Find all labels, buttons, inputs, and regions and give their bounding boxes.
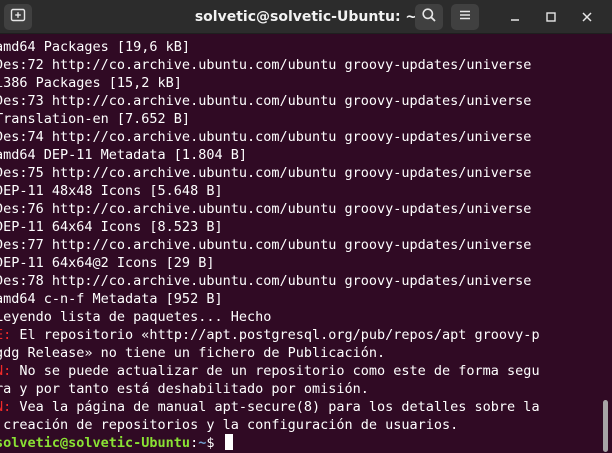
close-button[interactable]: [575, 5, 599, 29]
output-line: Des:75 http://co.archive.ubuntu.com/ubun…: [0, 165, 532, 181]
minimize-icon: [509, 8, 521, 27]
menu-button[interactable]: [451, 4, 479, 30]
new-tab-button[interactable]: [4, 4, 32, 30]
close-icon: [581, 8, 593, 27]
output-line: DEP-11 64x64 Icons [8.523 B]: [0, 219, 223, 235]
scrollbar[interactable]: [600, 34, 612, 453]
message-text: ra y por tanto está deshabilitado por om…: [0, 381, 369, 397]
error-line: gdg Release» no tiene un fichero de Publ…: [0, 344, 385, 362]
output-line: Des:73 http://co.archive.ubuntu.com/ubun…: [0, 93, 532, 109]
hamburger-menu-icon: [457, 7, 473, 27]
search-icon: [421, 7, 437, 27]
output-line: amd64 Packages [19,6 kB]: [0, 39, 191, 55]
output-line: DEP-11 64x64@2 Icons [29 B]: [0, 255, 215, 271]
maximize-button[interactable]: [539, 5, 563, 29]
error-prefix: E:: [0, 327, 12, 343]
output-line: Des:78 http://co.archive.ubuntu.com/ubun…: [0, 273, 532, 289]
output-line: Des:72 http://co.archive.ubuntu.com/ubun…: [0, 57, 532, 73]
text-cursor: [224, 434, 233, 450]
new-tab-icon: [10, 7, 26, 27]
notice-line: N: No se puede actualizar de un reposito…: [0, 362, 540, 380]
output-line: Des:77 http://co.archive.ubuntu.com/ubun…: [0, 237, 532, 253]
message-text: No se puede actualizar de un repositorio…: [11, 363, 540, 379]
terminal-output[interactable]: amd64 Packages [19,6 kB] Des:72 http://c…: [0, 38, 600, 453]
title-bar: solvetic@solvetic-Ubuntu: ~: [0, 0, 612, 34]
message-text: creación de repositorios y la configurac…: [0, 417, 459, 433]
notice-line: creación de repositorios y la configurac…: [0, 416, 458, 434]
output-line: Translation-en [7.652 B]: [0, 111, 191, 127]
message-text: Vea la página de manual apt-secure(8) pa…: [11, 399, 540, 415]
message-text: El repositorio «http://apt.postgresql.or…: [11, 327, 540, 343]
notice-line: N: Vea la página de manual apt-secure(8)…: [0, 398, 540, 416]
notice-line: ra y por tanto está deshabilitado por om…: [0, 380, 369, 398]
terminal-window: solvetic@solvetic-Ubuntu: ~ amd64 Packag…: [0, 0, 612, 453]
error-line: E: El repositorio «http://apt.postgresql…: [0, 326, 540, 344]
minimize-button[interactable]: [503, 5, 527, 29]
prompt-separator: :: [190, 435, 199, 451]
output-line: Des:76 http://co.archive.ubuntu.com/ubun…: [0, 201, 532, 217]
notice-prefix: N:: [0, 363, 12, 379]
notice-prefix: N:: [0, 399, 12, 415]
maximize-icon: [545, 8, 557, 27]
prompt-user-host: solvetic@solvetic-Ubuntu: [0, 435, 191, 451]
search-button[interactable]: [415, 4, 443, 30]
output-line: amd64 DEP-11 Metadata [1.804 B]: [0, 147, 247, 163]
prompt-line[interactable]: solvetic@solvetic-Ubuntu:~$: [0, 434, 233, 452]
output-line: Leyendo lista de paquetes... Hecho: [0, 309, 272, 325]
prompt-symbol: $: [206, 435, 223, 451]
output-line: DEP-11 48x48 Icons [5.648 B]: [0, 183, 223, 199]
output-line: amd64 c-n-f Metadata [952 B]: [0, 291, 223, 307]
scrollbar-thumb[interactable]: [603, 400, 608, 452]
output-line: i386 Packages [15,2 kB]: [0, 75, 182, 91]
message-text: gdg Release» no tiene un fichero de Publ…: [0, 345, 386, 361]
output-line: Des:74 http://co.archive.ubuntu.com/ubun…: [0, 129, 532, 145]
